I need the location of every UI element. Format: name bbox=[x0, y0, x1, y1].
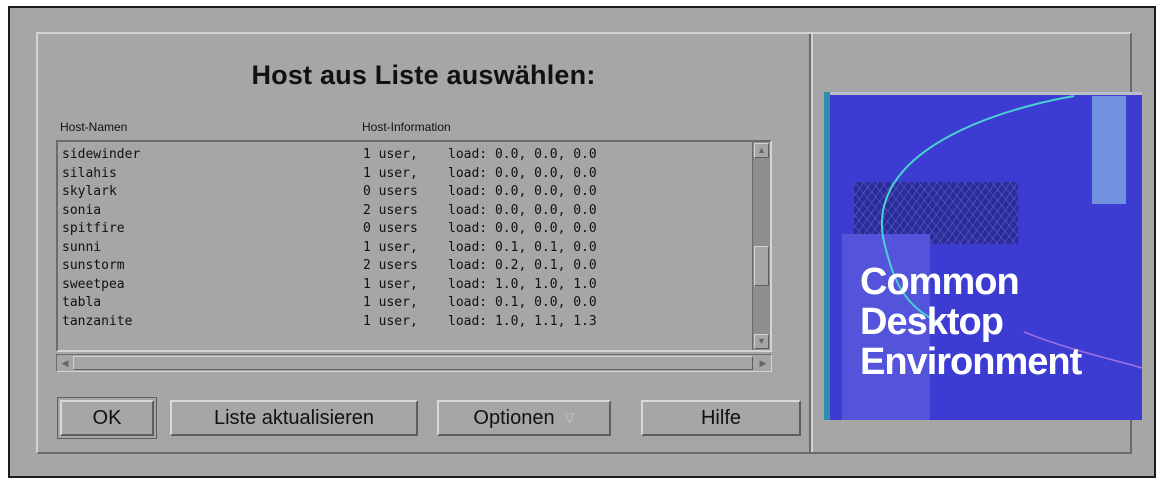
host-list[interactable]: sidewinder 1 user, load: 0.0, 0.0, 0.0 sila… bbox=[56, 140, 772, 352]
column-header-host-info: Host-Information bbox=[362, 120, 451, 134]
host-load: load: 0.2, 0.1, 0.0 bbox=[448, 258, 597, 273]
host-list-rows: sidewinder 1 user, load: 0.0, 0.0, 0.0 sila… bbox=[58, 142, 752, 350]
help-button-label: Hilfe bbox=[700, 406, 741, 429]
dialog-title: Host aus Liste auswählen: bbox=[251, 60, 596, 90]
host-users: 1 user, bbox=[363, 239, 418, 255]
host-chooser-window: Host aus Liste auswählen: Host-Namen Hos… bbox=[8, 6, 1156, 478]
host-users: 1 user, bbox=[363, 313, 418, 329]
host-name: tabla bbox=[62, 295, 102, 310]
host-name: silahis bbox=[62, 165, 117, 181]
host-load: load: 0.0, 0.0, 0.0 bbox=[448, 202, 597, 218]
vertical-scrollbar[interactable]: ▲ ▼ bbox=[752, 142, 770, 350]
list-item[interactable]: sunstorm 2 users load: 0.2, 0.1, 0.0 bbox=[58, 257, 752, 276]
logo-top-strip bbox=[824, 92, 1142, 95]
host-users: 2 users bbox=[363, 258, 418, 273]
logo-line-desktop: Desktop bbox=[860, 301, 1004, 343]
host-users: 1 user, bbox=[363, 165, 418, 181]
ok-button-label: OK bbox=[92, 406, 122, 429]
logo-line-common: Common bbox=[860, 261, 1020, 303]
horizontal-scroll-thumb[interactable] bbox=[73, 356, 753, 370]
list-item[interactable]: sonia 2 users load: 0.0, 0.0, 0.0 bbox=[58, 202, 752, 221]
list-item[interactable]: spitfire 0 users load: 0.0, 0.0, 0.0 bbox=[58, 220, 752, 239]
column-header-host-names: Host-Namen bbox=[60, 120, 128, 134]
dialog-frame: Host aus Liste auswählen: Host-Namen Hos… bbox=[36, 32, 1142, 454]
help-button[interactable]: Hilfe bbox=[641, 400, 801, 436]
logo-line-environment: Environment bbox=[860, 341, 1082, 383]
host-users: 0 users bbox=[363, 221, 418, 236]
host-name: tanzanite bbox=[62, 313, 133, 329]
vertical-scroll-thumb[interactable] bbox=[754, 246, 769, 286]
host-load: load: 0.0, 0.0, 0.0 bbox=[448, 147, 597, 162]
refresh-list-button[interactable]: Liste aktualisieren bbox=[170, 400, 418, 436]
host-name: sweetpea bbox=[62, 276, 125, 292]
host-name: sunstorm bbox=[62, 258, 125, 273]
options-menu-button[interactable]: Optionen ▽ bbox=[437, 400, 611, 436]
scroll-left-arrow-icon[interactable]: ◀ bbox=[58, 356, 72, 370]
host-name: spitfire bbox=[62, 221, 125, 236]
list-item[interactable]: skylark 0 users load: 0.0, 0.0, 0.0 bbox=[58, 183, 752, 202]
host-load: load: 0.0, 0.0, 0.0 bbox=[448, 184, 597, 199]
host-users: 1 user, bbox=[363, 147, 418, 162]
host-users: 2 users bbox=[363, 202, 418, 218]
host-name: sunni bbox=[62, 239, 102, 255]
list-item[interactable]: tanzanite 1 user, load: 1.0, 1.1, 1.3 bbox=[58, 313, 752, 332]
host-load: load: 1.0, 1.0, 1.0 bbox=[448, 276, 597, 292]
list-item[interactable]: sidewinder 1 user, load: 0.0, 0.0, 0.0 bbox=[58, 146, 752, 165]
host-users: 1 user, bbox=[363, 276, 418, 292]
host-load: load: 0.0, 0.0, 0.0 bbox=[448, 221, 597, 236]
list-item[interactable]: sweetpea 1 user, load: 1.0, 1.0, 1.0 bbox=[58, 276, 752, 295]
logo-accent-bar bbox=[824, 92, 830, 420]
host-load: load: 1.0, 1.1, 1.3 bbox=[448, 313, 597, 329]
host-name: sidewinder bbox=[62, 147, 141, 162]
ok-button[interactable]: OK bbox=[57, 397, 157, 439]
list-item[interactable]: sunni 1 user, load: 0.1, 0.1, 0.0 bbox=[58, 239, 752, 258]
refresh-list-button-label: Liste aktualisieren bbox=[213, 406, 375, 429]
scroll-right-arrow-icon[interactable]: ▶ bbox=[756, 356, 770, 370]
scroll-down-arrow-icon[interactable]: ▼ bbox=[754, 334, 769, 349]
host-name: sonia bbox=[62, 202, 102, 218]
host-load: load: 0.1, 0.0, 0.0 bbox=[448, 295, 597, 310]
options-button-label: Optionen bbox=[473, 406, 555, 429]
scroll-up-arrow-icon[interactable]: ▲ bbox=[754, 143, 769, 158]
cde-logo: Common Desktop Environment bbox=[824, 92, 1142, 420]
panel-separator bbox=[809, 34, 813, 452]
dropdown-triangle-icon: ▽ bbox=[564, 410, 575, 425]
logo-text: Common Desktop Environment bbox=[860, 261, 1082, 383]
host-load: load: 0.1, 0.1, 0.0 bbox=[448, 239, 597, 255]
list-item[interactable]: silahis 1 user, load: 0.0, 0.0, 0.0 bbox=[58, 165, 752, 184]
host-users: 1 user, bbox=[363, 295, 418, 310]
host-load: load: 0.0, 0.0, 0.0 bbox=[448, 165, 597, 181]
list-item[interactable]: tabla 1 user, load: 0.1, 0.0, 0.0 bbox=[58, 294, 752, 313]
host-name: skylark bbox=[62, 184, 117, 199]
host-users: 0 users bbox=[363, 184, 418, 199]
horizontal-scrollbar[interactable]: ◀ ▶ bbox=[56, 354, 772, 372]
